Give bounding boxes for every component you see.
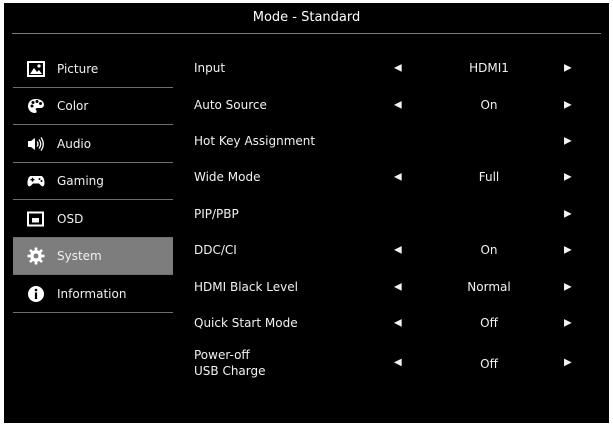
- left-arrow-icon[interactable]: ◀: [394, 357, 402, 368]
- sidebar-item-picture[interactable]: Picture: [13, 50, 173, 88]
- setting-value: Normal: [467, 279, 511, 294]
- left-arrow-icon[interactable]: ◀: [394, 172, 402, 183]
- info-icon: [27, 285, 45, 303]
- setting-label: Auto Source: [194, 97, 267, 112]
- osd-icon: [27, 210, 45, 228]
- right-arrow-icon[interactable]: ▶: [564, 99, 572, 110]
- setting-row-input[interactable]: Input ◀ HDMI1 ▶: [194, 50, 594, 86]
- right-arrow-icon[interactable]: ▶: [564, 135, 572, 146]
- setting-value: On: [480, 243, 498, 258]
- setting-label: DDC/CI: [194, 243, 237, 258]
- setting-label-line1: Power-off: [194, 348, 250, 363]
- right-arrow-icon[interactable]: ▶: [564, 281, 572, 292]
- setting-row-auto-source[interactable]: Auto Source ◀ On ▶: [194, 86, 594, 122]
- setting-label: HDMI Black Level: [194, 279, 298, 294]
- sidebar-item-color[interactable]: Color: [13, 88, 173, 126]
- setting-row-power-off-usb-charge[interactable]: Power-off USB Charge ◀ Off ▶: [194, 341, 594, 385]
- setting-value: Full: [478, 170, 500, 185]
- setting-value: On: [480, 97, 498, 112]
- setting-label: Quick Start Mode: [194, 315, 298, 330]
- monitor-osd-menu: Mode - Standard Picture Color Audio Gami…: [4, 3, 609, 423]
- gear-icon: [27, 247, 45, 265]
- left-arrow-icon[interactable]: ◀: [394, 317, 402, 328]
- setting-row-wide-mode[interactable]: Wide Mode ◀ Full ▶: [194, 159, 594, 195]
- setting-label: Input: [194, 61, 226, 76]
- setting-value: Off: [480, 315, 498, 330]
- setting-row-ddc-ci[interactable]: DDC/CI ◀ On ▶: [194, 232, 594, 268]
- setting-value: HDMI1: [469, 61, 509, 76]
- setting-value: Off: [480, 357, 498, 372]
- sidebar-item-label: Color: [57, 99, 89, 114]
- setting-row-pip-pbp[interactable]: PIP/PBP ▶: [194, 196, 594, 232]
- sidebar-item-gaming[interactable]: Gaming: [13, 163, 173, 201]
- left-arrow-icon[interactable]: ◀: [394, 245, 402, 256]
- right-arrow-icon[interactable]: ▶: [564, 172, 572, 183]
- sidebar-item-system[interactable]: System: [13, 237, 173, 275]
- page-title: Mode - Standard: [252, 9, 361, 25]
- settings-list: Input ◀ HDMI1 ▶ Auto Source ◀ On ▶ Hot K…: [194, 50, 594, 385]
- right-arrow-icon[interactable]: ▶: [564, 317, 572, 328]
- right-arrow-icon[interactable]: ▶: [564, 357, 572, 368]
- palette-icon: [27, 97, 45, 115]
- left-arrow-icon[interactable]: ◀: [394, 63, 402, 74]
- setting-label: PIP/PBP: [194, 206, 239, 221]
- setting-label: Hot Key Assignment: [194, 133, 316, 148]
- right-arrow-icon[interactable]: ▶: [564, 63, 572, 74]
- setting-label: Power-off USB Charge: [194, 347, 266, 379]
- sidebar-item-osd[interactable]: OSD: [13, 200, 173, 238]
- sidebar-item-label: System: [57, 249, 102, 264]
- left-arrow-icon[interactable]: ◀: [394, 281, 402, 292]
- speaker-icon: [27, 135, 45, 153]
- right-arrow-icon[interactable]: ▶: [564, 245, 572, 256]
- picture-icon: [27, 60, 45, 78]
- setting-row-quick-start-mode[interactable]: Quick Start Mode ◀ Off ▶: [194, 305, 594, 341]
- sidebar-item-label: Picture: [57, 61, 99, 76]
- sidebar-item-information[interactable]: Information: [13, 275, 173, 313]
- sidebar-item-label: Information: [57, 286, 127, 301]
- sidebar-item-label: Audio: [57, 136, 92, 151]
- sidebar-item-label: Gaming: [57, 174, 104, 189]
- title-divider: [12, 33, 601, 34]
- setting-label: Wide Mode: [194, 170, 261, 185]
- sidebar-item-audio[interactable]: Audio: [13, 125, 173, 163]
- setting-label-line2: USB Charge: [194, 364, 266, 379]
- gamepad-icon: [27, 172, 45, 190]
- sidebar: Picture Color Audio Gaming OSD System In…: [13, 50, 173, 313]
- setting-row-hot-key-assignment[interactable]: Hot Key Assignment ▶: [194, 123, 594, 159]
- left-arrow-icon[interactable]: ◀: [394, 99, 402, 110]
- right-arrow-icon[interactable]: ▶: [564, 208, 572, 219]
- sidebar-item-label: OSD: [57, 211, 84, 226]
- setting-row-hdmi-black-level[interactable]: HDMI Black Level ◀ Normal ▶: [194, 268, 594, 304]
